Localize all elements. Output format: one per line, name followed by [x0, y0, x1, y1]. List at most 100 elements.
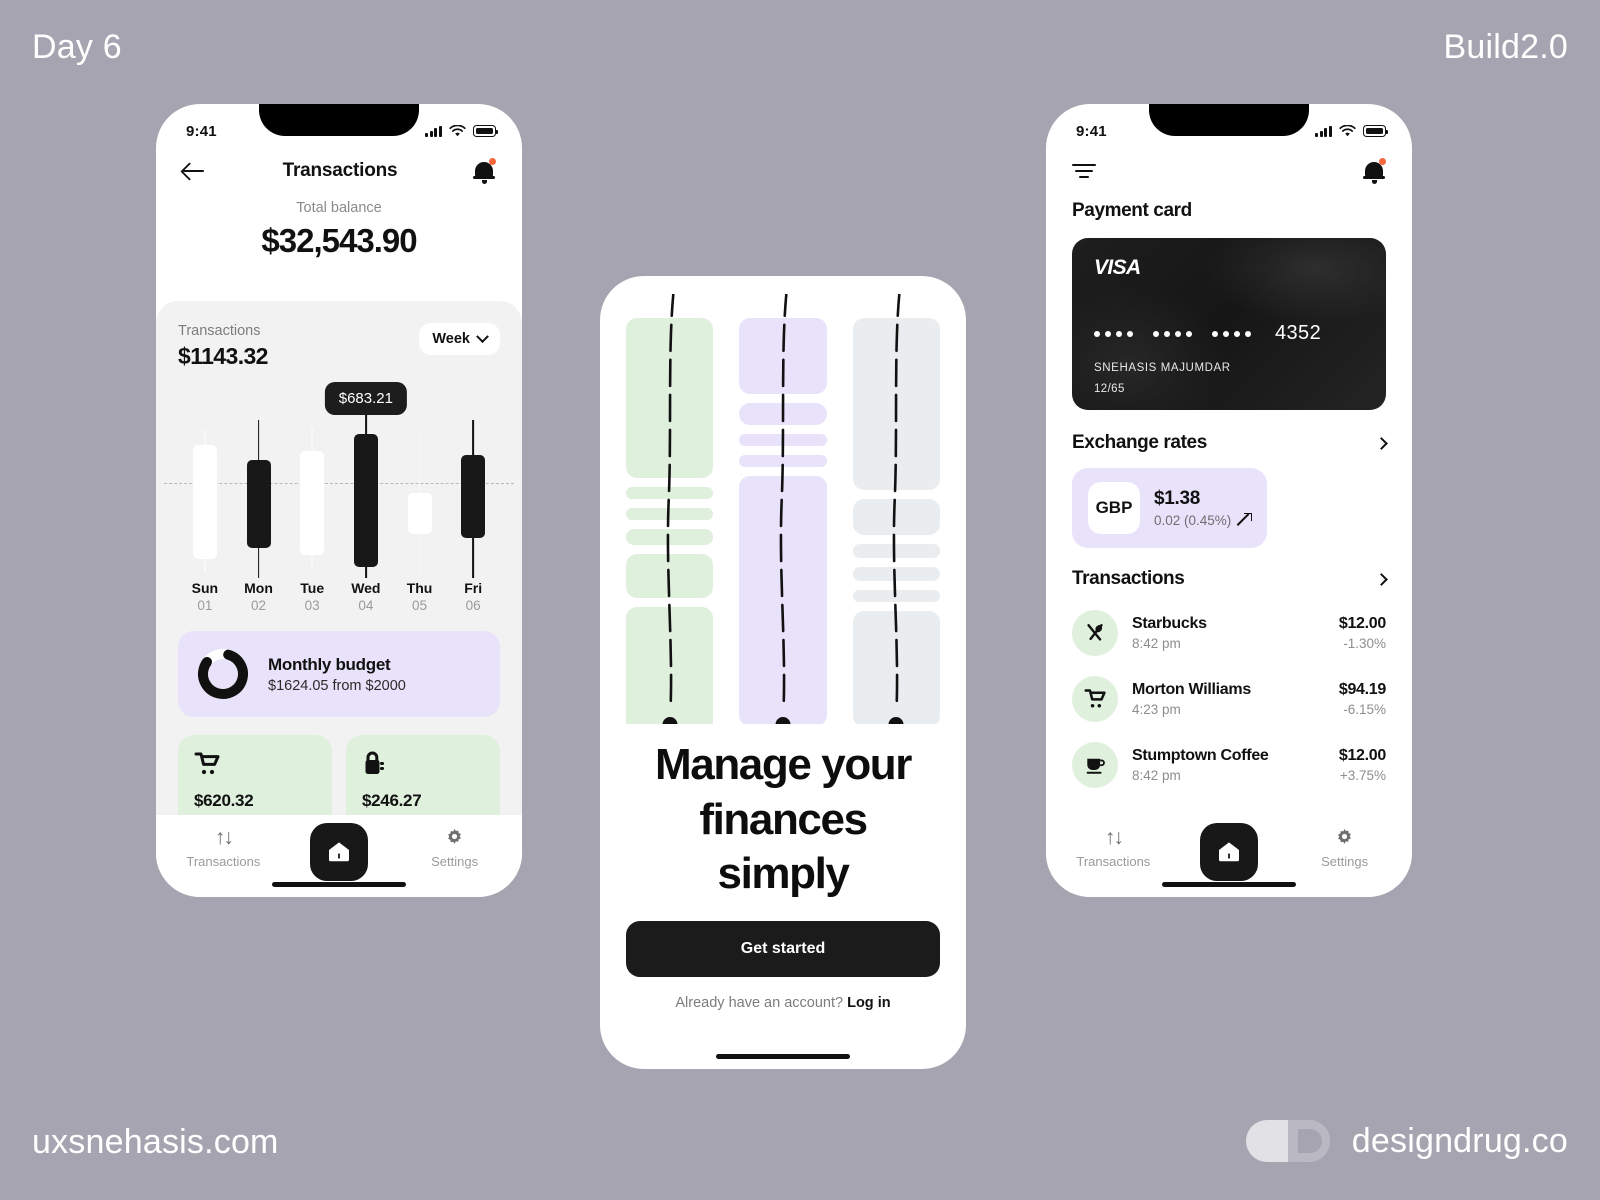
- budget-title: Monthly budget: [268, 654, 391, 674]
- panel-label: Transactions: [178, 323, 261, 339]
- screen1-navbar: Transactions: [156, 148, 522, 194]
- candle-body: [353, 433, 378, 567]
- card-number: 4352: [1094, 322, 1364, 345]
- exchange-rate-card[interactable]: GBP $1.38 0.02 (0.45%): [1072, 468, 1268, 548]
- coffee-cup-icon: [1072, 742, 1118, 788]
- home-indicator: [716, 1054, 850, 1059]
- candle-fri[interactable]: [446, 388, 500, 578]
- cellular-signal-icon: [424, 125, 442, 137]
- tab-settings[interactable]: Settings: [1297, 827, 1393, 869]
- illustration-column: [626, 294, 714, 724]
- x-tick-day: Sun: [191, 580, 219, 596]
- status-time: 9:41: [1076, 122, 1107, 140]
- x-tick-date: 04: [358, 598, 374, 613]
- tab-label: Transactions: [1076, 854, 1151, 869]
- wifi-icon: [449, 125, 466, 137]
- budget-progress-donut: [196, 647, 250, 701]
- transaction-amount: $12.00: [1338, 615, 1386, 632]
- home-icon: [1218, 842, 1239, 862]
- home-indicator: [1162, 882, 1296, 887]
- status-indicators: [1314, 125, 1389, 137]
- chevron-down-icon: [476, 329, 489, 343]
- monthly-budget-card[interactable]: Monthly budget $1624.05 from $2000: [178, 631, 500, 717]
- panel-amount: $1143.32: [178, 343, 268, 369]
- login-prompt: Already have an account? Log in: [600, 995, 966, 1011]
- tab-home[interactable]: [309, 823, 368, 881]
- page-title: Transactions: [282, 160, 398, 181]
- transaction-row[interactable]: Starbucks 8:42 pm $12.00 -1.30%: [1072, 600, 1386, 666]
- range-selector-label: Week: [432, 331, 470, 347]
- illustration-string: [779, 294, 788, 718]
- filter-icon[interactable]: [1072, 162, 1096, 180]
- login-link[interactable]: Log in: [847, 995, 891, 1011]
- candle-wed[interactable]: $683.21: [324, 382, 407, 578]
- x-tick-date: 02: [250, 598, 267, 613]
- onboarding-illustration: [600, 294, 966, 724]
- candle-body: [192, 445, 217, 559]
- chevron-right-icon[interactable]: [1375, 572, 1388, 586]
- visa-logo-icon: VISA: [1094, 256, 1141, 279]
- transaction-time: 8:42 pm: [1132, 636, 1181, 651]
- x-tick-date: 06: [465, 598, 481, 613]
- budget-subtitle: $1624.05 from $2000: [268, 677, 406, 694]
- battery-icon: [1363, 125, 1389, 137]
- cutlery-icon: [1072, 610, 1118, 656]
- notification-bell-icon[interactable]: [1362, 158, 1386, 184]
- card-expiry: 12/65: [1094, 383, 1125, 395]
- notification-bell-icon[interactable]: [472, 158, 496, 184]
- status-indicators: [424, 125, 499, 137]
- tab-label: Settings: [431, 854, 479, 869]
- poster-brand: designdrug.co: [1245, 1120, 1568, 1162]
- transaction-time: 8:42 pm: [1132, 768, 1181, 783]
- transaction-row[interactable]: Morton Williams 4:23 pm $94.19 -6.15%: [1072, 666, 1386, 732]
- tab-transactions[interactable]: ↑↓ Transactions: [1065, 827, 1161, 869]
- tab-transactions[interactable]: ↑↓ Transactions: [175, 827, 271, 869]
- illustration-string: [892, 294, 901, 718]
- chevron-right-icon[interactable]: [1375, 436, 1388, 450]
- exchange-rate-value: $1.38: [1154, 488, 1201, 509]
- back-icon[interactable]: [182, 159, 208, 183]
- panel-summary: Transactions $1143.32: [178, 323, 268, 370]
- candle-sun[interactable]: [178, 388, 232, 578]
- transaction-name: Morton Williams: [1132, 681, 1251, 698]
- transactions-title: Transactions: [1072, 568, 1185, 589]
- transaction-percent: +3.75%: [1339, 768, 1386, 783]
- tab-settings[interactable]: Settings: [407, 827, 503, 869]
- candle-body: [407, 492, 432, 535]
- exchange-rates-header: Exchange rates: [1072, 432, 1388, 454]
- home-icon: [328, 842, 349, 862]
- masked-digit-group: [1094, 330, 1133, 337]
- gear-icon: [448, 828, 462, 844]
- tab-label: Settings: [1321, 854, 1369, 869]
- panel-header: Transactions $1143.32 Week: [178, 323, 500, 370]
- payment-card[interactable]: VISA 4352 SNEHASIS MAJUMDAR 12/65: [1072, 238, 1386, 410]
- transactions-panel: Transactions $1143.32 Week $683.21 Sun 01…: [156, 301, 522, 897]
- range-selector-dropdown[interactable]: Week: [419, 323, 500, 355]
- x-tick-day: Mon: [244, 580, 273, 596]
- transaction-row[interactable]: Stumptown Coffee 8:42 pm $12.00 +3.75%: [1072, 732, 1386, 798]
- transactions-header: Transactions: [1072, 568, 1388, 590]
- exchange-rates-title: Exchange rates: [1072, 432, 1207, 453]
- gear-icon: [1338, 828, 1352, 844]
- category-amount: $620.32: [194, 791, 254, 810]
- transaction-percent: -6.15%: [1343, 702, 1386, 717]
- candle-mon[interactable]: [232, 388, 286, 578]
- transactions-list: Starbucks 8:42 pm $12.00 -1.30% Morton Willi…: [1072, 600, 1386, 798]
- tab-home[interactable]: [1199, 823, 1258, 881]
- battery-icon: [473, 125, 499, 137]
- tab-label: Transactions: [186, 854, 261, 869]
- get-started-button[interactable]: Get started: [626, 921, 940, 977]
- poster-website: uxsnehasis.com: [32, 1123, 279, 1161]
- exchange-rate-change-text: 0.02 (0.45%): [1154, 513, 1232, 528]
- candle-tue[interactable]: [285, 388, 339, 578]
- shopping-cart-icon: [194, 751, 316, 779]
- candle-thu[interactable]: [393, 388, 447, 578]
- x-tick-day: Fri: [464, 580, 483, 596]
- category-amount: $246.27: [362, 791, 422, 810]
- x-tick-date: 01: [197, 598, 213, 613]
- masked-digit-group: [1212, 330, 1251, 337]
- candle-body: [461, 454, 486, 539]
- bag-icon: [362, 751, 484, 779]
- transaction-name: Starbucks: [1132, 615, 1207, 632]
- x-tick-day: Wed: [351, 580, 381, 596]
